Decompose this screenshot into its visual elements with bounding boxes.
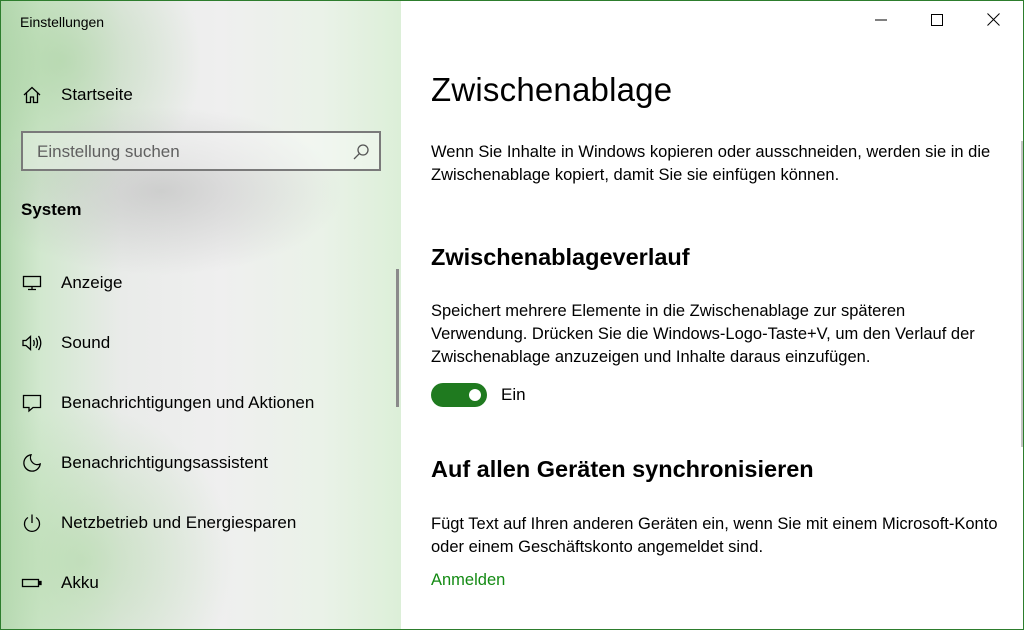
maximize-icon: [931, 13, 943, 31]
toggle-knob: [469, 389, 481, 401]
sidebar-item-sound[interactable]: Sound: [1, 315, 397, 371]
search-box[interactable]: [21, 131, 381, 171]
history-description: Speichert mehrere Elemente in die Zwisch…: [431, 302, 975, 366]
monitor-icon: [21, 272, 43, 294]
battery-icon: [21, 572, 43, 594]
sidebar-item-label: Benachrichtigungsassistent: [61, 453, 268, 472]
sidebar-scrollbar[interactable]: [396, 269, 399, 407]
close-icon: [986, 13, 1000, 31]
sidebar-item-label: Akku: [61, 573, 99, 592]
sidebar-item-label: Benachrichtigungen und Aktionen: [61, 393, 315, 412]
intro-text: Wenn Sie Inhalte in Windows kopieren ode…: [431, 143, 991, 184]
section-label-system: System: [21, 200, 82, 219]
minimize-icon: [875, 13, 887, 31]
search-icon[interactable]: [351, 142, 371, 162]
sidebar-item-label: Netzbetrieb und Energiesparen: [61, 513, 297, 532]
app-title: Einstellungen: [20, 14, 105, 30]
moon-icon: [21, 452, 43, 474]
speaker-icon: [21, 332, 43, 354]
sidebar-item-home[interactable]: Startseite: [1, 75, 401, 115]
page-title: Zwischenablage: [431, 71, 673, 108]
notification-icon: [21, 392, 43, 414]
minimize-button[interactable]: [853, 1, 909, 43]
settings-window: Einstellungen Startseite System: [0, 0, 1024, 630]
sidebar-item-anzeige[interactable]: Anzeige: [1, 255, 397, 311]
clipboard-history-toggle[interactable]: [431, 383, 487, 407]
power-icon: [21, 512, 43, 534]
sign-in-link[interactable]: Anmelden: [431, 571, 505, 590]
main-content: Zwischenablage Wenn Sie Inhalte in Windo…: [401, 1, 1023, 629]
sidebar-item-notifications[interactable]: Benachrichtigungen und Aktionen: [1, 375, 397, 431]
sidebar-item-power[interactable]: Netzbetrieb und Energiesparen: [1, 495, 397, 551]
sidebar-item-battery[interactable]: Akku: [1, 555, 397, 611]
sidebar-item-label: Startseite: [61, 85, 133, 104]
history-heading: Zwischenablageverlauf: [431, 244, 690, 270]
sidebar: Einstellungen Startseite System: [1, 1, 401, 629]
home-icon: [21, 84, 43, 106]
search-input[interactable]: [37, 141, 337, 163]
sidebar-item-label: Sound: [61, 333, 111, 352]
close-button[interactable]: [965, 1, 1021, 43]
sidebar-item-label: Anzeige: [61, 273, 123, 292]
toggle-state-label: Ein: [501, 385, 526, 404]
sidebar-item-focus-assist[interactable]: Benachrichtigungsassistent: [1, 435, 397, 491]
maximize-button[interactable]: [909, 1, 965, 43]
sync-description: Fügt Text auf Ihren anderen Geräten ein,…: [431, 515, 998, 556]
sync-heading: Auf allen Geräten synchronisieren: [431, 456, 814, 482]
main-scrollbar[interactable]: [1021, 141, 1023, 447]
